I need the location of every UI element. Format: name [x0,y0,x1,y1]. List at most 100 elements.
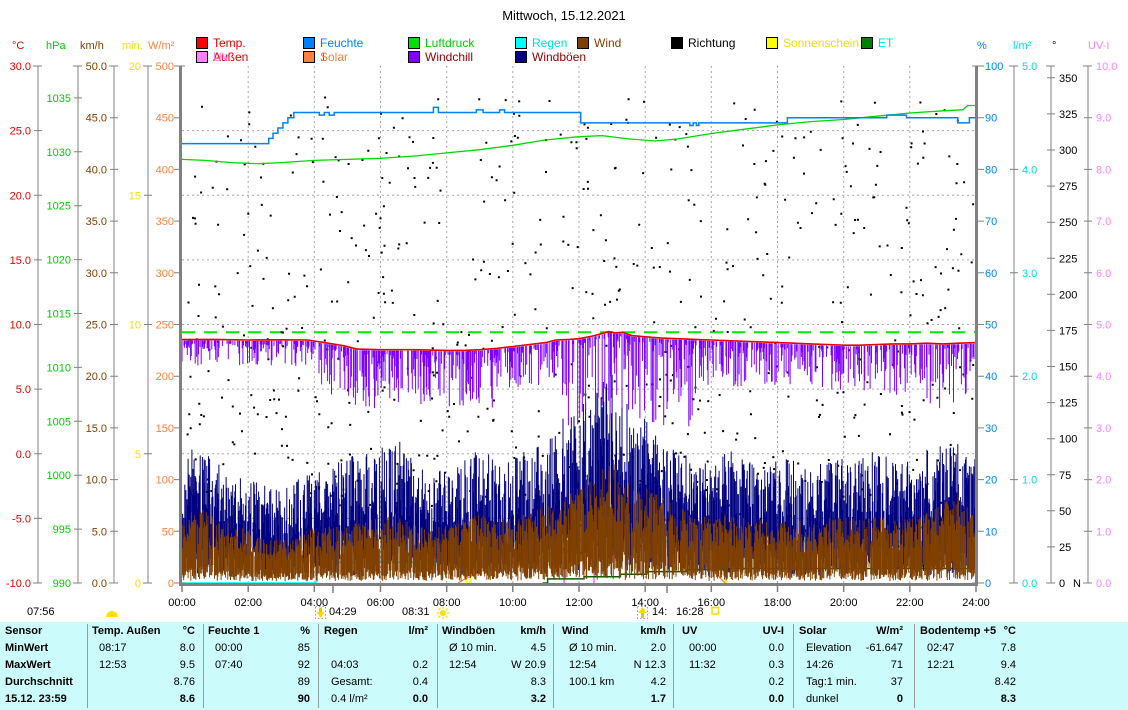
svg-text:15.0: 15.0 [86,423,107,435]
table-cell-time: 12:21 [927,657,955,674]
table-cell-value: 4.5 [531,640,546,657]
table-cell-time: Ø 10 min. [449,640,497,657]
svg-text:70: 70 [985,216,997,228]
table-cell-time: 14:26 [806,657,834,674]
table-column-separator [437,624,438,708]
svg-text:30: 30 [985,423,997,435]
table-column-name: Feuchte 1 [208,623,259,640]
svg-text:20.0: 20.0 [86,371,107,383]
legend-label: Richtung [688,36,735,50]
legend-swatch [196,37,208,49]
table-column-header: Solar W/m² [799,623,905,640]
svg-text:0: 0 [168,578,174,590]
weather-chart: 00:0002:0004:0006:0008:0010:0012:0014:00… [0,0,1128,620]
legend-swatch [303,37,315,49]
table-cell: 100.1 km4.2 [562,674,668,691]
table-column-header: UVUV-I [682,623,786,640]
svg-text:15: 15 [129,190,141,202]
legend-swatch [408,37,420,49]
axis-unit-Wm: W/m² [148,40,174,52]
svg-text:25: 25 [1059,542,1071,554]
table-column-unit: km/h [640,623,666,640]
legend-label: Windböen [532,50,586,64]
svg-text:30.0: 30.0 [86,268,107,280]
svg-text:4.0: 4.0 [1096,371,1111,383]
svg-text:150: 150 [1059,362,1077,374]
axis-unit-°C: °C [12,40,24,52]
table-cell-value: 0.0 [413,691,428,708]
svg-text:5.0: 5.0 [1022,61,1037,73]
svg-text:250: 250 [1059,217,1077,229]
svg-text:50: 50 [985,320,997,332]
svg-text:0: 0 [135,578,141,590]
moonset-time: 04:29 [329,606,357,618]
svg-text:250: 250 [156,320,174,332]
table-cell-value: 4.2 [651,674,666,691]
table-cell: 12:219.4 [920,657,1018,674]
svg-text:0.0: 0.0 [92,578,107,590]
svg-text:10.0: 10.0 [1096,61,1117,73]
legend-swatch [515,37,527,49]
legend-label: Windchill [425,50,473,64]
table-cell-time: 12:54 [449,657,477,674]
table-cell: 07:4092 [208,657,312,674]
svg-text:300: 300 [156,268,174,280]
table-cell-time: Ø 10 min. [569,640,617,657]
weather-dashboard: 00:0002:0004:0006:0008:0010:0012:0014:00… [0,0,1128,710]
table-cell: 8.6 [92,691,197,708]
svg-text:50.0: 50.0 [86,61,107,73]
table-cell: 8.3 [442,674,548,691]
svg-text:100: 100 [156,475,174,487]
svg-text:5.0: 5.0 [92,526,107,538]
table-cell-time: Gesamt: [331,674,373,691]
table-column-name: Temp. Außen [92,623,160,640]
table-column-unit: % [300,623,310,640]
table-column-separator [203,624,204,708]
page-title: Mittwoch, 15.12.2021 [0,8,1128,23]
legend-swatch [766,37,778,49]
legend-swatch [515,51,527,63]
axis-unit-UVI: UV-I [1088,40,1109,52]
table-cell: 12:54 W 20.9 [442,657,548,674]
svg-text:20: 20 [129,61,141,73]
table-cell: 14:2671 [799,657,905,674]
table-cell: 00:0085 [208,640,312,657]
svg-text:25.0: 25.0 [86,320,107,332]
table-cell: 8.3 [920,691,1018,708]
legend-swatch [671,37,683,49]
table-column-separator [318,624,319,708]
table-cell-value: 7.8 [1001,640,1016,657]
table-cell: 02:477.8 [920,640,1018,657]
table-cell-value: 3.2 [531,691,546,708]
table-cell: Ø 10 min.2.0 [562,640,668,657]
table-column-name: Solar [799,623,827,640]
legend-label: UV [213,50,230,64]
svg-text:5: 5 [135,449,141,461]
table-column-separator [914,624,915,708]
table-row-label: Durchschnitt [5,674,84,691]
table-cell: Ø 10 min. 4.5 [442,640,548,657]
table-cell-value: W 20.9 [511,657,546,674]
legend-label: Luftdruck [425,36,474,50]
svg-text:1015: 1015 [47,309,71,321]
svg-text:1.0: 1.0 [1022,475,1037,487]
table-row-label: MinWert [5,640,84,657]
svg-text:1020: 1020 [47,255,71,267]
table-cell-value: -61.647 [866,640,903,657]
table-cell: dunkel0 [799,691,905,708]
table-cell-time: dunkel [806,691,838,708]
table-cell: 04:030.2 [324,657,430,674]
svg-text:0.0: 0.0 [1022,578,1037,590]
table-column-unit: W/m² [876,623,903,640]
svg-text:40.0: 40.0 [86,164,107,176]
table-cell: 89 [208,674,312,691]
table-cell-time: 00:00 [689,640,717,657]
legend-swatch [303,51,315,63]
svg-text:125: 125 [1059,398,1077,410]
table-cell: 12:54N 12.3 [562,657,668,674]
table-column-header: Feuchte 1% [208,623,312,640]
svg-text:40: 40 [985,371,997,383]
stats-table: SensorMinWertMaxWertDurchschnitt15.12. 2… [0,622,1128,710]
table-column-separator [793,624,794,708]
table-cell-value: 89 [298,674,310,691]
